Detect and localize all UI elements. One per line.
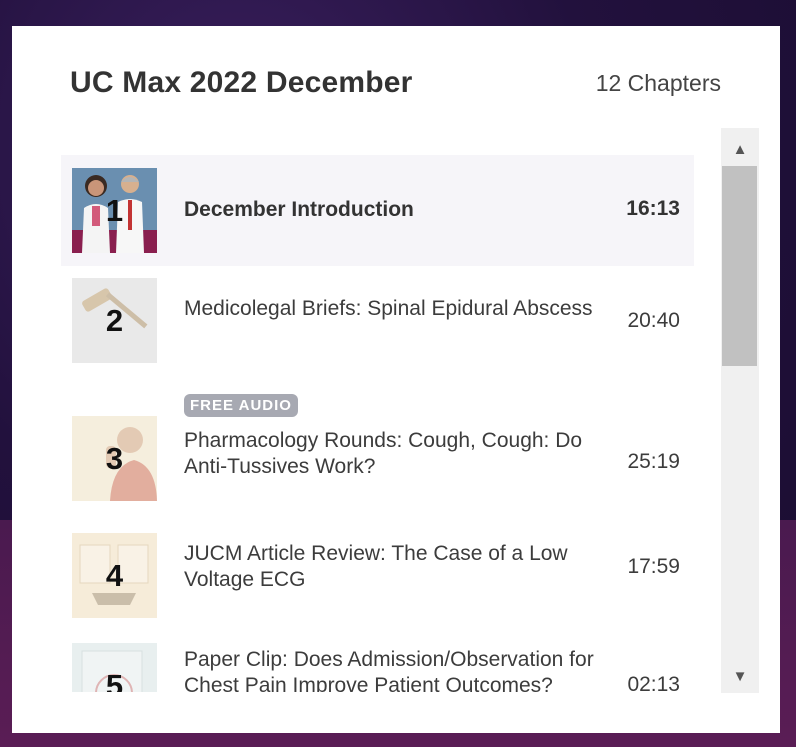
- chapter-thumbnail-1: 1: [72, 168, 157, 253]
- chapter-row-1[interactable]: 1 December Introduction 16:13: [61, 155, 694, 266]
- chapter-title-1: December Introduction: [184, 198, 414, 221]
- chapter-row-4[interactable]: 4 JUCM Article Review: The Case of a Low…: [61, 498, 694, 618]
- chapter-title-4: JUCM Article Review: The Case of a Low V…: [184, 542, 568, 591]
- scroll-down-button[interactable]: ▼: [721, 661, 759, 691]
- chapter-number-1: 1: [105, 192, 124, 228]
- chapter-number-5: 5: [105, 667, 124, 693]
- chapter-number-4: 4: [105, 557, 124, 593]
- chapter-duration-2: 20:40: [627, 309, 680, 332]
- chapter-row-3[interactable]: 3 FREE AUDIO Pharmacology Rounds: Cough,…: [61, 377, 694, 501]
- chapter-title-5: Paper Clip: Does Admission/Observation f…: [184, 648, 594, 692]
- chapter-title-3: Pharmacology Rounds: Cough, Cough: Do An…: [184, 429, 583, 478]
- chapter-title-2: Medicolegal Briefs: Spinal Epidural Absc…: [184, 297, 593, 320]
- chapter-thumbnail-2: 2: [72, 278, 157, 363]
- scrollbar-thumb[interactable]: [722, 166, 757, 366]
- chapter-duration-4: 17:59: [627, 555, 680, 578]
- chapter-row-2[interactable]: 2 Medicolegal Briefs: Spinal Epidural Ab…: [61, 266, 694, 377]
- chapter-count: 12 Chapters: [595, 70, 721, 96]
- chapter-duration-5: 02:13: [627, 673, 680, 692]
- chapter-number-3: 3: [105, 440, 124, 476]
- chapter-thumbnail-5: 5: [72, 643, 157, 692]
- scroll-up-button[interactable]: ▲: [721, 134, 759, 164]
- chapter-thumbnail-4: 4: [72, 533, 157, 618]
- chapter-duration-3: 25:19: [627, 450, 680, 473]
- list-scrollbar[interactable]: ▲ ▼: [721, 128, 759, 693]
- triangle-up-icon: ▲: [732, 140, 748, 158]
- chapter-list: 1 December Introduction 16:13 2 Medicole…: [61, 154, 697, 692]
- course-title: UC Max 2022 December: [70, 66, 413, 99]
- free-audio-badge: FREE AUDIO: [184, 394, 298, 417]
- chapter-number-2: 2: [105, 302, 124, 338]
- chapter-duration-1: 16:13: [626, 197, 680, 220]
- triangle-down-icon: ▼: [732, 667, 748, 685]
- chapter-thumbnail-3: 3: [72, 416, 157, 501]
- chapter-list-panel: UC Max 2022 December 12 Chapters 1 Decem…: [12, 26, 780, 733]
- chapter-row-5[interactable]: 5 Paper Clip: Does Admission/Observation…: [61, 610, 694, 692]
